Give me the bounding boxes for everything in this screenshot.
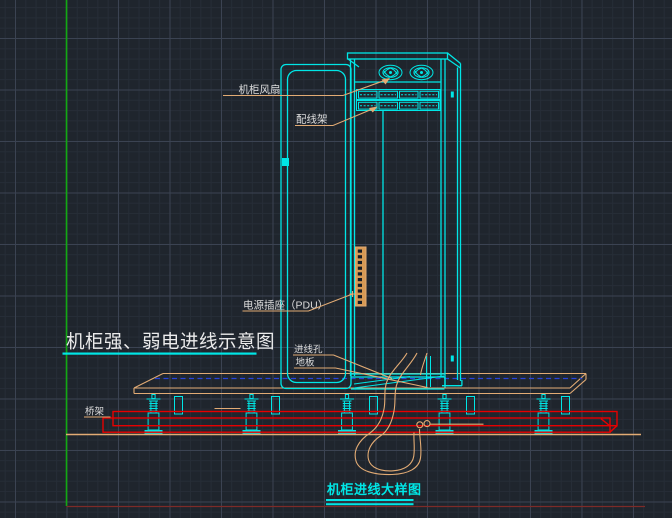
annotations: 机柜风扇 配线架 电源插座（PDU） 进线孔 地板 桥架 机柜强、弱电进线示意图 — [62, 78, 428, 506]
fan-callout: 机柜风扇 — [223, 78, 390, 97]
fan-label: 机柜风扇 — [239, 83, 281, 96]
pdu-label: 电源插座（PDU） — [243, 299, 328, 312]
drawing-canvas[interactable]: 机柜风扇 配线架 电源插座（PDU） 进线孔 地板 桥架 机柜强、弱电进线示意图 — [0, 0, 672, 518]
cable-end — [416, 421, 424, 429]
cabinet-base — [350, 356, 445, 390]
pedestal-jack — [435, 394, 454, 434]
cabinet-top — [346, 52, 461, 83]
title-text: 机柜进线大样图 — [327, 482, 422, 497]
pedestal-jack — [144, 394, 163, 434]
cable-tray — [102, 410, 618, 433]
side-handle — [450, 355, 454, 362]
side-handle — [450, 91, 454, 98]
heading-text: 机柜强、弱电进线示意图 — [66, 331, 275, 352]
pdu-strip — [355, 246, 367, 307]
floor-pedestals — [144, 394, 553, 434]
floor-label: 地板 — [296, 357, 316, 369]
cad-drawing: 机柜风扇 配线架 电源插座（PDU） 进线孔 地板 桥架 机柜强、弱电进线示意图 — [62, 0, 645, 508]
patch-panel-row — [356, 89, 441, 100]
server-cabinet — [280, 52, 463, 390]
door-handle — [282, 158, 289, 166]
pedestal-jack — [242, 394, 261, 434]
raised-floor — [66, 372, 641, 436]
title-underline — [326, 499, 414, 501]
entry-hole-label: 进线孔 — [294, 344, 323, 356]
pedestal-jack — [534, 394, 553, 434]
drawing-title: 机柜进线大样图 — [326, 482, 422, 506]
fan-icon — [378, 64, 403, 81]
tray-label: 桥架 — [85, 406, 105, 418]
patch-panel-label: 配线架 — [296, 113, 328, 126]
drawing-heading: 机柜强、弱电进线示意图 — [62, 331, 275, 355]
heading-underline — [62, 352, 257, 355]
pdu-callout: 电源插座（PDU） — [242, 291, 356, 312]
fan-icon — [409, 64, 434, 81]
pedestal-jack — [338, 394, 356, 434]
title-underline — [326, 503, 414, 506]
patch-panel-row — [356, 100, 441, 111]
